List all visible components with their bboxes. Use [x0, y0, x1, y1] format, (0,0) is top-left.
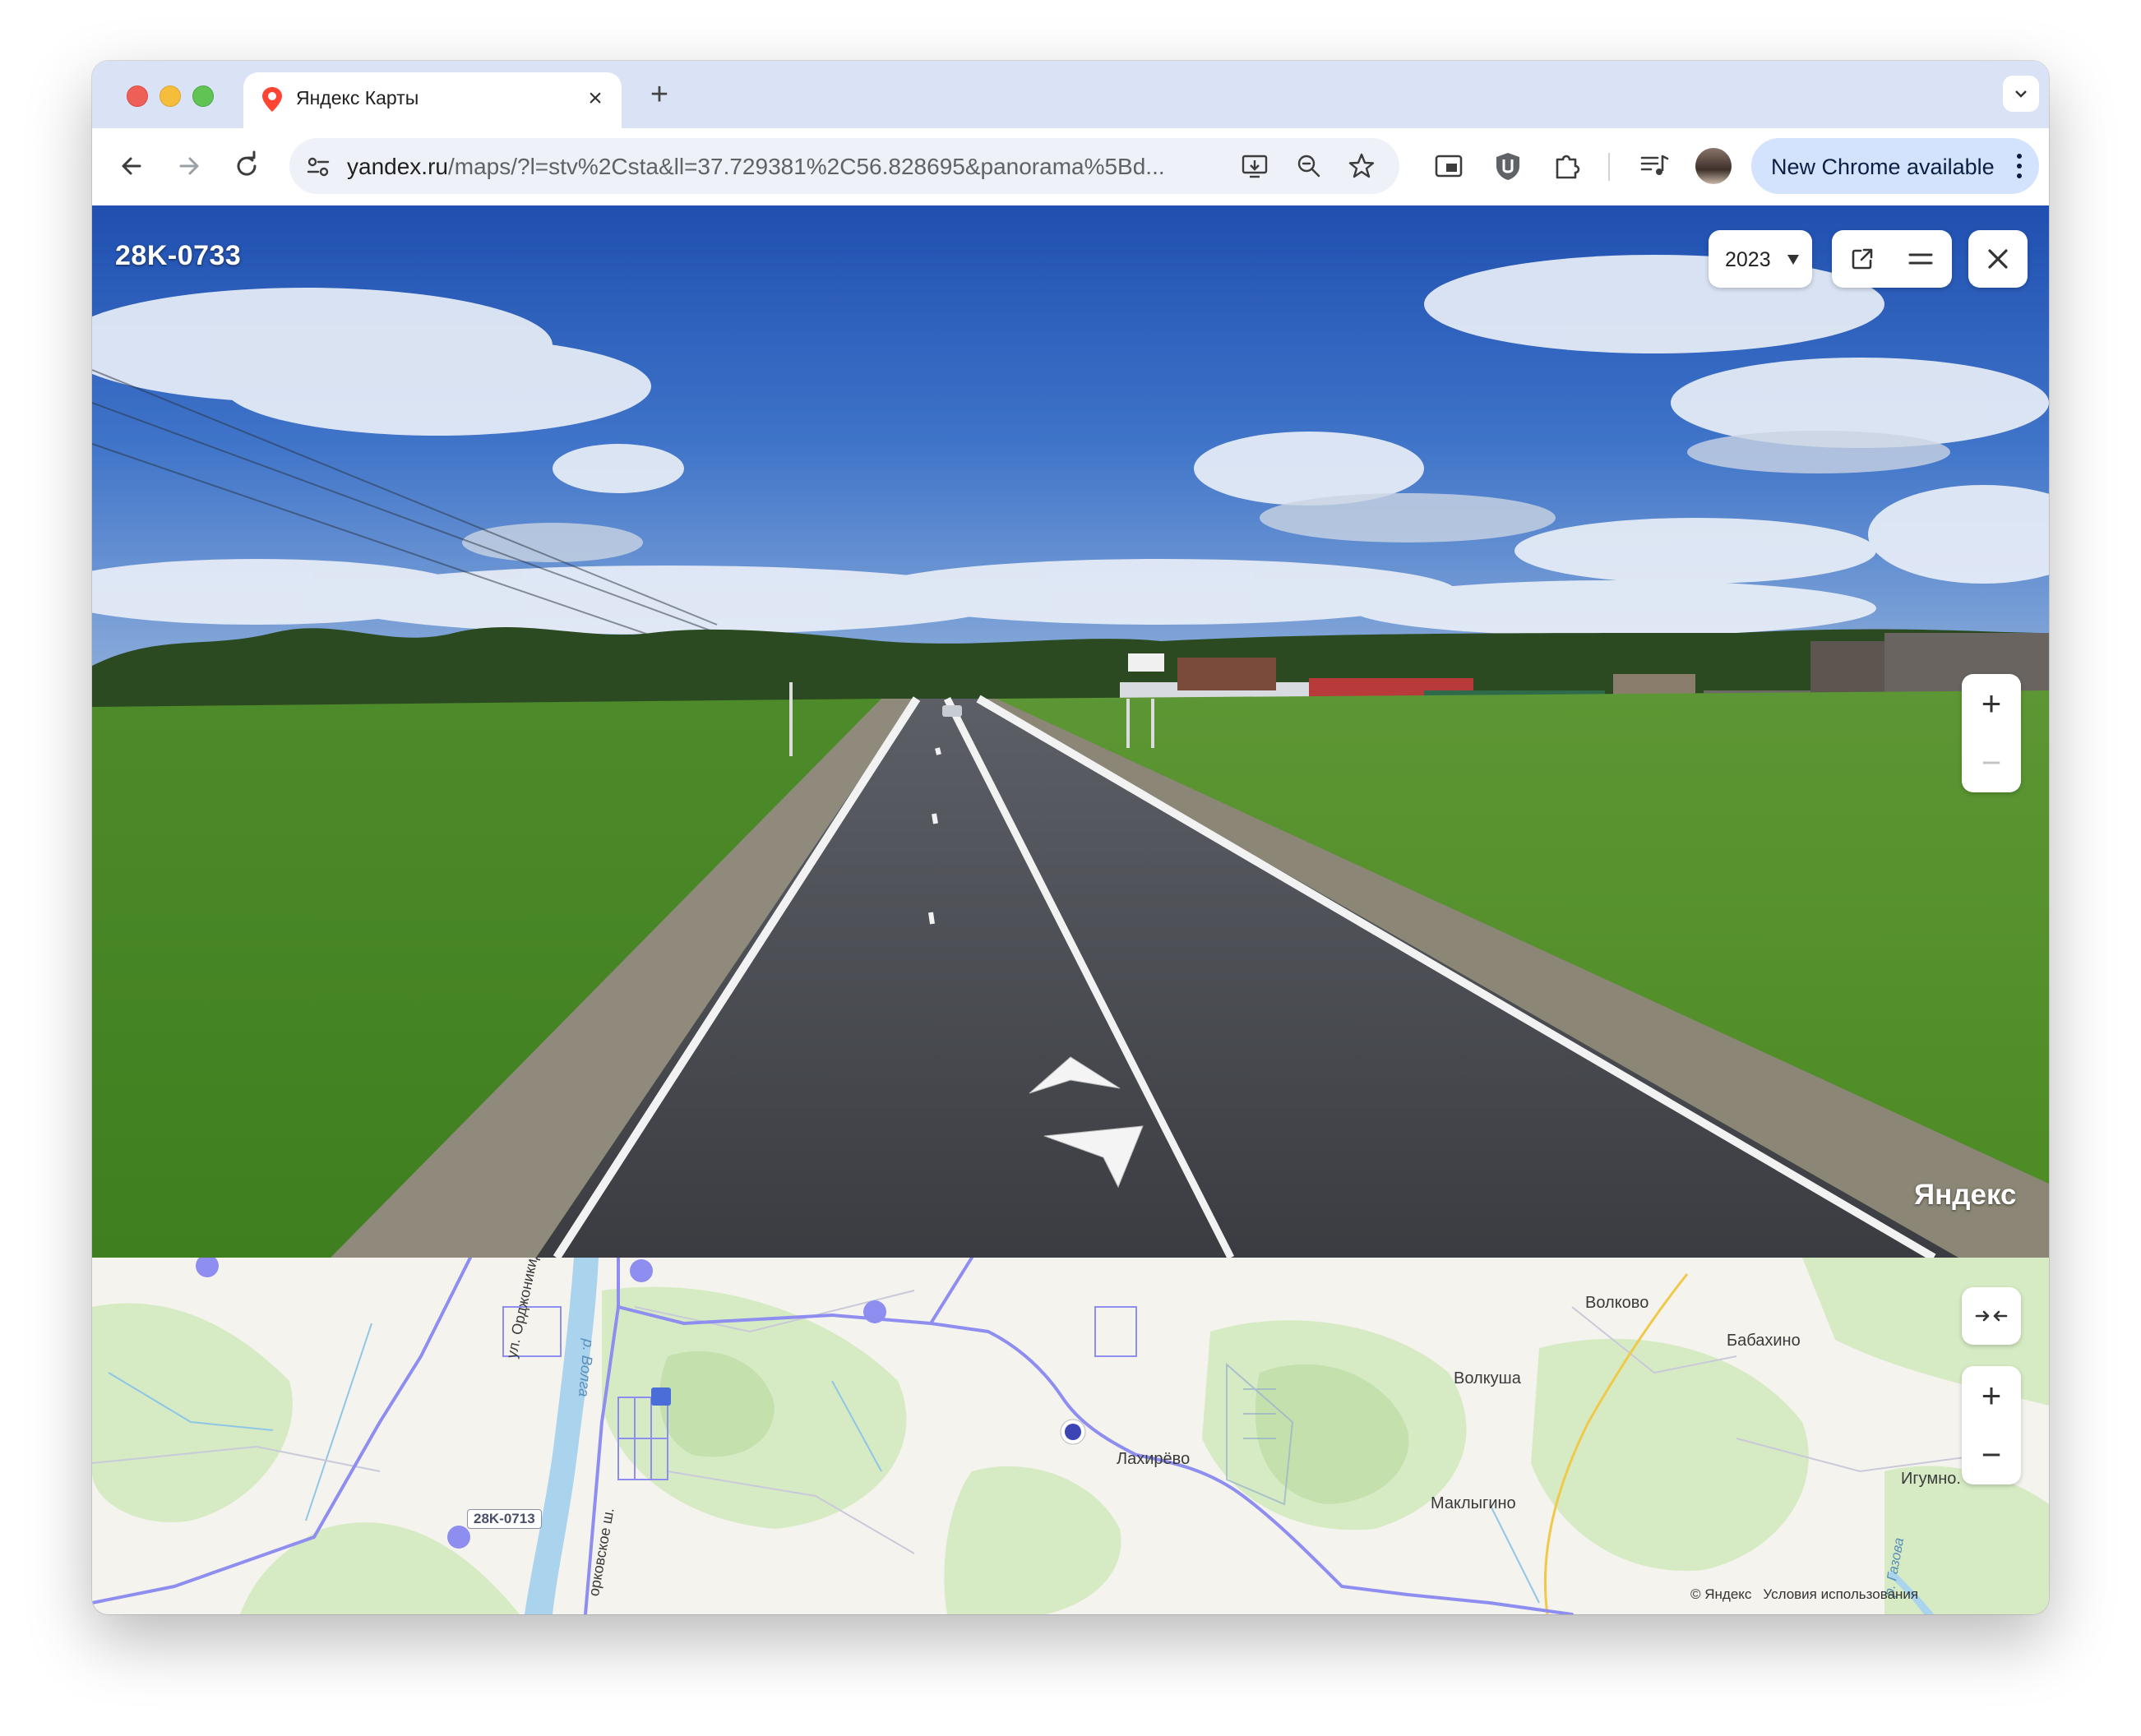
map-label-igumno: Игумно.	[1901, 1470, 1961, 1488]
close-window-button[interactable]	[127, 85, 148, 107]
close-tab-icon[interactable]: ×	[584, 86, 607, 111]
zoom-out-icon[interactable]	[1294, 151, 1324, 181]
bookmark-star-icon[interactable]	[1347, 151, 1376, 181]
map-label-volkovo: Волково	[1585, 1294, 1649, 1312]
profile-avatar[interactable]	[1695, 148, 1732, 184]
panorama-tools	[1832, 230, 1952, 288]
chrome-update-button[interactable]: New Chrome available	[1751, 138, 2039, 194]
zoom-window-button[interactable]	[192, 85, 214, 107]
back-arrow-icon[interactable]	[115, 150, 148, 182]
terms-link[interactable]: Условия использования	[1763, 1586, 1918, 1602]
tab-yandex-maps[interactable]: Яндекс Карты ×	[243, 72, 622, 128]
mini-map[interactable]: Волково Бабахино Волкуша Лахирёво Маклыг…	[92, 1258, 2049, 1614]
new-tab-button[interactable]: +	[643, 79, 676, 112]
street-panorama[interactable]: 28K-0733 2023 + − Яндекс	[92, 205, 2049, 1258]
close-panorama-button[interactable]	[1968, 230, 2028, 288]
toolbar: yandex.ru/maps/?l=stv%2Csta&ll=37.729381…	[92, 128, 2049, 206]
tab-title: Яндекс Карты	[296, 87, 419, 108]
more-menu-icon[interactable]	[2016, 153, 2023, 179]
year-selector[interactable]: 2023	[1709, 230, 1812, 288]
map-zoom-controls: + −	[1962, 1366, 2021, 1484]
map-zoom-out-button[interactable]: −	[1962, 1425, 2021, 1484]
copyright-text: © Яндекс	[1690, 1586, 1752, 1602]
site-settings-icon[interactable]	[304, 153, 332, 181]
open-external-icon[interactable]	[1850, 247, 1875, 271]
chrome-update-label: New Chrome available	[1771, 155, 1995, 179]
map-base	[92, 1258, 2049, 1614]
yandex-watermark: Яндекс	[1914, 1179, 2017, 1211]
collapse-map-button[interactable]	[1962, 1287, 2021, 1345]
map-label-maklygino: Маклыгино	[1431, 1494, 1516, 1512]
panorama-zoom-out-button[interactable]: −	[1962, 733, 2021, 792]
caret-down-icon	[1787, 255, 1799, 265]
panorama-zoom-controls: + −	[1962, 674, 2021, 792]
tab-search-chevron-icon[interactable]	[2003, 76, 2039, 112]
map-zoom-in-button[interactable]: +	[1962, 1366, 2021, 1425]
year-label: 2023	[1725, 248, 1771, 271]
navigate-forward-arrow-icon[interactable]	[1021, 1052, 1128, 1101]
map-label-volkusha: Волкуша	[1454, 1369, 1521, 1387]
layout-menu-icon[interactable]	[1907, 248, 1934, 270]
close-icon	[1988, 249, 2008, 269]
road-shield: 28K-0713	[467, 1509, 542, 1529]
shield-extension-icon[interactable]	[1491, 150, 1524, 182]
map-attribution: © Яндекс Условия использования	[1690, 1586, 1930, 1603]
install-app-icon[interactable]	[1240, 151, 1269, 181]
map-label-lakhirevo: Лахирёво	[1117, 1450, 1191, 1468]
map-label-babakhino: Бабахино	[1727, 1332, 1801, 1350]
browser-window: Яндекс Карты × + yandex.ru/maps/?l=stv%2…	[92, 61, 2049, 1614]
collapse-arrows-icon	[1975, 1310, 2008, 1322]
reload-icon[interactable]	[230, 150, 263, 182]
minimize-window-button[interactable]	[160, 85, 181, 107]
tab-strip: Яндекс Карты × +	[92, 61, 2049, 128]
panorama-zoom-in-button[interactable]: +	[1962, 674, 2021, 733]
media-controls-icon[interactable]	[1638, 150, 1671, 182]
extensions-puzzle-icon[interactable]	[1551, 150, 1584, 182]
address-bar[interactable]: yandex.ru/maps/?l=stv%2Csta&ll=37.729381…	[289, 138, 1399, 194]
road-number-label: 28K-0733	[115, 240, 242, 271]
toolbar-separator	[1608, 153, 1610, 181]
picture-in-picture-icon[interactable]	[1432, 150, 1465, 182]
navigate-backward-arrow-icon[interactable]	[1038, 1120, 1153, 1194]
yandex-maps-pin-icon	[262, 87, 282, 112]
forward-arrow-icon[interactable]	[173, 150, 206, 182]
url-text: yandex.ru/maps/?l=stv%2Csta&ll=37.729381…	[347, 154, 1165, 179]
